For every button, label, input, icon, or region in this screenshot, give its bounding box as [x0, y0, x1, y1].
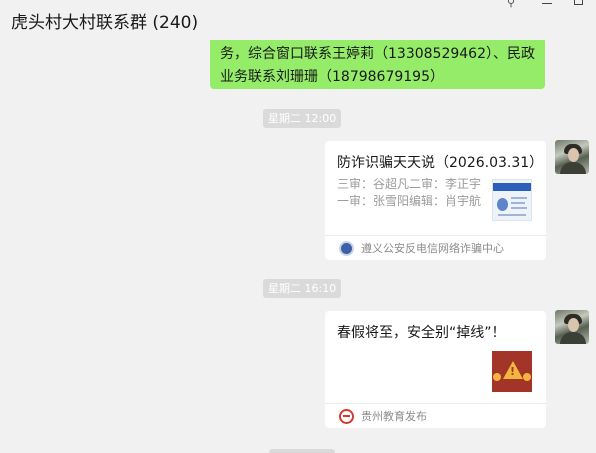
education-logo-icon — [339, 409, 354, 424]
window-controls: ⚲ — [497, 0, 596, 14]
timestamp-1: 星期二 12:00 — [263, 109, 342, 128]
article-card-2[interactable]: 春假将至，安全别“掉线”！ ! 贵州教育发布 — [325, 311, 546, 428]
article-source-1: 遵义公安反电信网络诈骗中心 — [325, 235, 546, 260]
article-source-name-2: 贵州教育发布 — [361, 410, 427, 423]
avatar[interactable] — [555, 140, 589, 174]
sent-message-line-2: 业务联系刘珊珊（18798679195） — [220, 69, 444, 85]
chat-title: 虎头村大村联系群 (240) — [11, 13, 199, 33]
article-title-1: 防诈识骗天天说（2026.03.31） — [337, 155, 544, 171]
article-source-name-1: 遵义公安反电信网络诈骗中心 — [361, 242, 504, 255]
article-desc-line-1: 三审：谷超凡二审：李正宇 — [337, 177, 482, 191]
chat-header: 虎头村大村联系群 (240) ⚲ — [0, 0, 596, 40]
minimize-button[interactable] — [530, 0, 563, 14]
minimize-icon — [542, 3, 552, 4]
maximize-button[interactable] — [563, 0, 596, 14]
article-desc-line-2: 一审：张雪阳编辑：肖宇航 — [337, 194, 482, 208]
timestamp-3-partial — [269, 449, 335, 453]
article-card-1[interactable]: 防诈识骗天天说（2026.03.31） 三审：谷超凡二审：李正宇 一审：张雪阳编… — [325, 141, 546, 260]
chat-window: 虎头村大村联系群 (240) ⚲ 务，综合窗口联系王婷莉（13308529462… — [0, 0, 596, 453]
avatar[interactable] — [555, 310, 589, 344]
sent-message-line-1: 务，综合窗口联系王婷莉（13308529462）、民政 — [220, 46, 535, 62]
article-source-2: 贵州教育发布 — [325, 403, 546, 428]
article-thumbnail-1 — [492, 179, 532, 221]
police-badge-icon — [339, 241, 354, 256]
pin-icon: ⚲ — [507, 0, 516, 9]
maximize-icon — [574, 0, 583, 5]
warning-thumbnail: ! — [492, 351, 532, 392]
article-title-2: 春假将至，安全别“掉线”！ — [337, 325, 506, 341]
timestamp-2: 星期二 16:10 — [263, 279, 342, 298]
pin-button[interactable]: ⚲ — [497, 0, 530, 14]
